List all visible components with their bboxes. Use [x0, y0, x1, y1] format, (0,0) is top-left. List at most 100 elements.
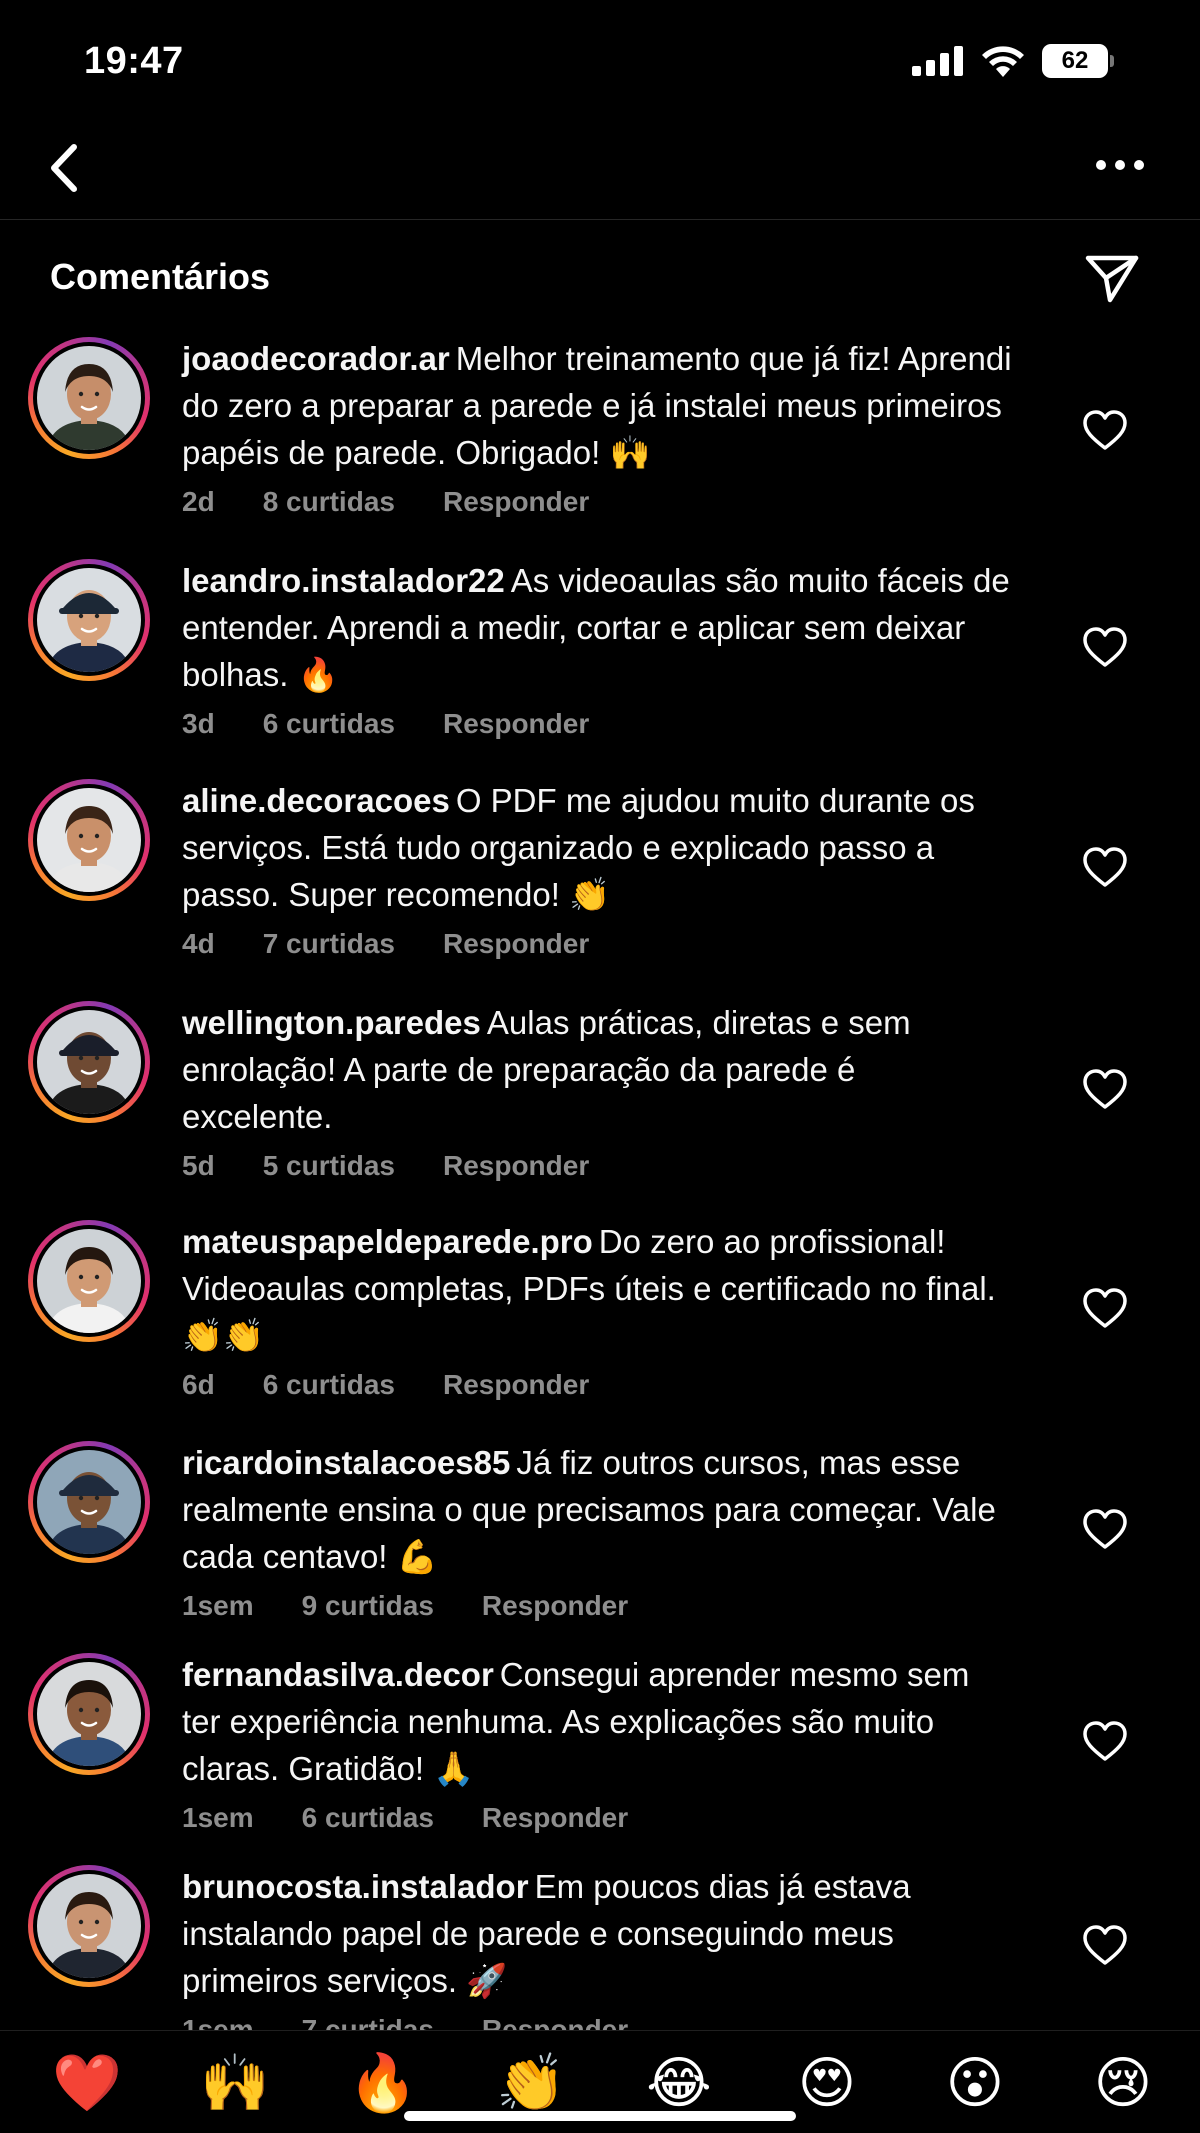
- avatar-story-ring[interactable]: [28, 1653, 150, 1775]
- comment-meta: 1sem 6 curtidas Responder: [182, 1802, 1012, 1834]
- avatar-story-ring[interactable]: [28, 779, 150, 901]
- comment-likes[interactable]: 8 curtidas: [263, 486, 395, 518]
- reply-button[interactable]: Responder: [443, 1150, 589, 1182]
- status-icons: 62: [912, 44, 1114, 78]
- comment-likes[interactable]: 9 curtidas: [302, 1590, 434, 1622]
- back-button[interactable]: [38, 138, 88, 198]
- avatar: [37, 1874, 141, 1978]
- more-horizontal-icon: [1096, 160, 1144, 170]
- reaction-emoji[interactable]: 😂: [642, 2051, 716, 2115]
- comment-text: fernandasilva.decor Consegui aprender mes…: [182, 1651, 1012, 1792]
- comment-likes[interactable]: 6 curtidas: [263, 1369, 395, 1401]
- avatar: [37, 1229, 141, 1333]
- comment-body: fernandasilva.decor Consegui aprender mes…: [182, 1651, 1012, 1834]
- comment-meta: 1sem 9 curtidas Responder: [182, 1590, 1012, 1622]
- like-button[interactable]: [1082, 1068, 1128, 1110]
- reaction-emoji[interactable]: 😮: [938, 2051, 1012, 2115]
- comment-likes[interactable]: 7 curtidas: [263, 928, 395, 960]
- reaction-emoji[interactable]: 😢: [1086, 2051, 1160, 2115]
- avatar-story-ring[interactable]: [28, 1001, 150, 1123]
- like-button[interactable]: [1082, 846, 1128, 888]
- comment-time: 5d: [182, 1150, 215, 1181]
- comment-meta: 4d 7 curtidas Responder: [182, 928, 1012, 960]
- heart-outline-icon: [1083, 627, 1127, 667]
- avatar: [37, 568, 141, 672]
- heart-outline-icon: [1083, 1509, 1127, 1549]
- avatar-story-ring[interactable]: [28, 1865, 150, 1987]
- avatar-story-ring[interactable]: [28, 559, 150, 681]
- comment-username[interactable]: mateuspapeldeparede.pro: [182, 1223, 593, 1260]
- comment-text: ricardoinstalacoes85 Já fiz outros cursos…: [182, 1439, 1012, 1580]
- battery-icon: 62: [1042, 44, 1114, 78]
- avatar: [37, 1450, 141, 1554]
- heart-outline-icon: [1083, 1925, 1127, 1965]
- comment-username[interactable]: brunocosta.instalador: [182, 1868, 529, 1905]
- comment-text: aline.decoracoes O PDF me ajudou muito du…: [182, 777, 1012, 918]
- chevron-left-icon: [51, 144, 77, 192]
- comment-time: 6d: [182, 1369, 215, 1400]
- comment-username[interactable]: leandro.instalador22: [182, 562, 505, 599]
- comment-body: leandro.instalador22 As videoaulas são mu…: [182, 557, 1012, 740]
- reply-button[interactable]: Responder: [443, 1369, 589, 1401]
- comment-time: 4d: [182, 928, 215, 959]
- reply-button[interactable]: Responder: [443, 708, 589, 740]
- reaction-emoji[interactable]: 🙌: [198, 2051, 272, 2115]
- comment-username[interactable]: fernandasilva.decor: [182, 1656, 494, 1693]
- heart-outline-icon: [1083, 1288, 1127, 1328]
- comment-username[interactable]: ricardoinstalacoes85: [182, 1444, 510, 1481]
- comment-time: 1sem: [182, 1802, 254, 1833]
- reaction-bar: ❤️ 🙌 🔥 👏 😂 😍 😮 😢: [0, 2030, 1200, 2133]
- like-button[interactable]: [1082, 1287, 1128, 1329]
- comment-likes[interactable]: 6 curtidas: [263, 708, 395, 740]
- comment-username[interactable]: aline.decoracoes: [182, 782, 450, 819]
- reply-button[interactable]: Responder: [482, 1590, 628, 1622]
- avatar-story-ring[interactable]: [28, 1220, 150, 1342]
- comment-meta: 2d 8 curtidas Responder: [182, 486, 1012, 518]
- send-icon: [1085, 255, 1139, 303]
- emoji-reactions: ❤️ 🙌 🔥 👏 😂 😍 😮 😢: [50, 2051, 1160, 2115]
- comment-text: wellington.paredes Aulas práticas, direta…: [182, 999, 1012, 1140]
- comment-body: mateuspapeldeparede.pro Do zero ao profis…: [182, 1218, 1012, 1401]
- like-button[interactable]: [1082, 626, 1128, 668]
- reply-button[interactable]: Responder: [482, 1802, 628, 1834]
- avatar-story-ring[interactable]: [28, 1441, 150, 1563]
- heart-outline-icon: [1083, 1069, 1127, 1109]
- heart-outline-icon: [1083, 1721, 1127, 1761]
- comment-time: 3d: [182, 708, 215, 739]
- comment-text: mateuspapeldeparede.pro Do zero ao profis…: [182, 1218, 1012, 1359]
- heart-outline-icon: [1083, 847, 1127, 887]
- comment-meta: 5d 5 curtidas Responder: [182, 1150, 1012, 1182]
- like-button[interactable]: [1082, 1508, 1128, 1550]
- comment-body: brunocosta.instalador Em poucos dias já e…: [182, 1863, 1012, 2035]
- reaction-emoji[interactable]: 👏: [494, 2051, 568, 2115]
- comment-time: 1sem: [182, 1590, 254, 1621]
- avatar-story-ring[interactable]: [28, 337, 150, 459]
- nav-bar: [0, 120, 1200, 220]
- like-button[interactable]: [1082, 1720, 1128, 1762]
- reply-button[interactable]: Responder: [443, 928, 589, 960]
- status-bar: 19:47 62: [0, 0, 1200, 120]
- comment-body: joaodecorador.ar Melhor treinamento que j…: [182, 335, 1012, 518]
- like-button[interactable]: [1082, 409, 1128, 451]
- page-title: Comentários: [50, 256, 271, 297]
- comment-likes[interactable]: 5 curtidas: [263, 1150, 395, 1182]
- cellular-signal-icon: [912, 46, 963, 76]
- reaction-emoji[interactable]: 🔥: [346, 2051, 420, 2115]
- reaction-emoji[interactable]: 😍: [790, 2051, 864, 2115]
- more-options-button[interactable]: [1090, 140, 1150, 190]
- wifi-icon: [982, 46, 1024, 77]
- reaction-emoji[interactable]: ❤️: [50, 2051, 124, 2115]
- reply-button[interactable]: Responder: [443, 486, 589, 518]
- comment-meta: 3d 6 curtidas Responder: [182, 708, 1012, 740]
- comment-meta: 6d 6 curtidas Responder: [182, 1369, 1012, 1401]
- avatar: [37, 346, 141, 450]
- like-button[interactable]: [1082, 1924, 1128, 1966]
- comment-username[interactable]: joaodecorador.ar: [182, 340, 450, 377]
- share-button[interactable]: [1084, 250, 1140, 306]
- comment-likes[interactable]: 6 curtidas: [302, 1802, 434, 1834]
- comment-text: brunocosta.instalador Em poucos dias já e…: [182, 1863, 1012, 2004]
- battery-level: 62: [1042, 44, 1108, 78]
- comments-list[interactable]: joaodecorador.ar Melhor treinamento que j…: [0, 335, 1200, 2035]
- comment-username[interactable]: wellington.paredes: [182, 1004, 481, 1041]
- comments-header: Comentários: [50, 250, 1150, 310]
